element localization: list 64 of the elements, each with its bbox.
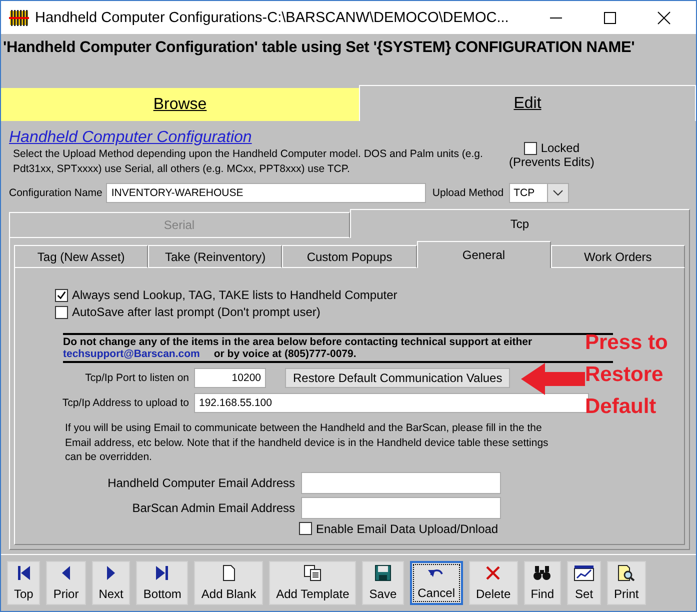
email-field[interactable] [301,496,501,518]
blank-page-icon [222,565,236,581]
field-label: BarScan Admin Email Address [131,500,296,514]
toolbar-button[interactable]: Next [92,561,130,605]
close-icon[interactable] [657,10,671,24]
toolbar-button[interactable]: Top [7,561,40,605]
settings-tab[interactable]: General [416,241,551,268]
enable-email-checkbox[interactable] [299,522,312,535]
window-title: Handheld Computer Configurations-C:\BARSCANW\DEMOCO\DEMOC... [35,10,510,26]
toolbar-button[interactable]: Add Blank [194,561,264,605]
locked-note: (Prevents Edits) [509,155,594,169]
support-email-link[interactable]: techsupport@Barscan.com [63,348,200,360]
toolbar-button[interactable]: Cancel [410,561,463,605]
method-tab[interactable]: Tcp [350,209,690,238]
chart-window-icon [574,565,594,581]
toolbar-button[interactable]: Prior [46,561,86,605]
option-label: Always send Lookup, TAG, TAKE lists to Handheld Computer [72,288,398,302]
field-label: Tcp/Ip Address to upload to [61,397,190,409]
toolbar-button[interactable]: Print [607,561,646,605]
option-label: Enable Email Data Upload/Dnload [316,522,498,536]
toolbar-button[interactable]: Bottom [136,561,188,605]
restore-defaults-button[interactable]: Restore Default Communication Values [285,368,510,388]
toolbar-button[interactable]: Set [567,561,602,605]
next-icon [106,565,116,581]
option-checkbox[interactable] [55,306,68,318]
last-record-icon [155,565,170,581]
binoculars-icon [533,565,552,581]
previous-icon [61,565,72,581]
table-heading: 'Handheld Computer Configuration' table using Set '{SYSTEM} CONFIGURATION NAME' [2,38,636,57]
view-tab[interactable]: Edit [359,85,696,121]
form-title[interactable]: Handheld Computer Configuration [9,121,252,147]
x-mark-icon [485,565,502,581]
toolbar-button[interactable]: Add Template [269,561,356,605]
warning-text: or by voice at (805)777-0079. [214,348,356,360]
settings-tab[interactable]: Take (Reinventory) [148,245,282,268]
toolbar-button[interactable]: Save [362,561,404,605]
upload-method-dropdown[interactable]: TCP [508,183,569,203]
settings-tab[interactable]: Custom Popups [282,245,417,268]
settings-tab[interactable]: Tag (New Asset) [14,245,148,268]
option-label: AutoSave after last prompt (Don't prompt user) [72,305,320,319]
first-record-icon [16,565,31,581]
configuration-name-field[interactable]: INVENTORY-WAREHOUSE [106,183,426,203]
view-tab[interactable]: Browse [1,88,359,121]
field-label: Upload Method [432,187,504,199]
copy-pages-icon [304,565,322,581]
locked-label: Locked [540,141,580,155]
locked-checkbox[interactable] [524,142,537,154]
toolbar-button[interactable]: Delete [469,561,518,605]
email-note: If you will be using Email to communicate between the Handheld and the BarScan, please fill in the the Email address, etc below. Note that if the handheld device is in the Handheld device table these settings can be overridden. [65,421,550,464]
settings-tab[interactable]: Work Orders [550,245,686,268]
field-label: Tcp/Ip Port to listen on [84,372,190,384]
toolbar-button[interactable]: Find [524,561,562,605]
maximize-icon[interactable] [603,10,617,24]
option-checkbox[interactable] [55,288,68,302]
barcode-logo-icon [9,8,29,28]
print-preview-icon [617,565,636,581]
chevron-down-icon [552,190,563,196]
field-label: Configuration Name [9,187,102,199]
warning-text: Do not change any of the items in the area below before contacting technical support at either [63,336,532,348]
form-description: Select the Upload Method depending upon the Handheld Computer model. DOS and Palm units (e.g. Pdt31xx, SPTxxxx) use Serial, all others (e.g. MCxx, PPT8xxx) use TCP. [12,147,484,177]
field-label: Handheld Computer Email Address [106,476,296,490]
port-field[interactable]: 10200 [194,368,266,388]
arrow-annotation [521,362,586,396]
email-field[interactable] [301,472,501,494]
